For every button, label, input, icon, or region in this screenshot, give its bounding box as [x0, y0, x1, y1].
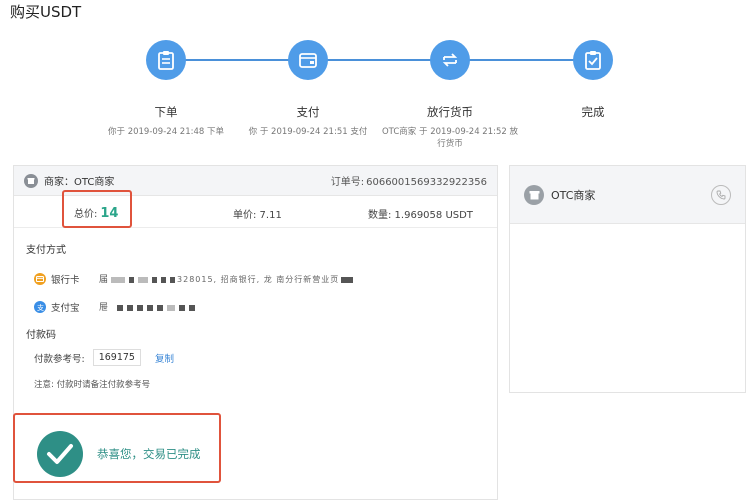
step-label: 下单 [154, 105, 178, 119]
wallet-icon [288, 40, 328, 80]
exchange-icon [430, 40, 470, 80]
clipboard-icon [146, 40, 186, 80]
merchant-avatar-icon [524, 184, 544, 205]
quantity: 数量: 1.969058 USDT [368, 210, 473, 221]
copy-button[interactable]: 复制 [155, 351, 174, 365]
step-complete: 完成 [518, 40, 668, 126]
bank-info-text: 328015, 招商银行, 龙 南分行新营业页 [177, 275, 340, 284]
page-title: 购买USDT [10, 3, 82, 21]
bank-account-detail: 届 328015, 招商银行, 龙 南分行新营业页 [99, 272, 355, 285]
merchant-label: 商家：OTC商家 [44, 177, 115, 188]
payment-method-alipay: 支 支付宝 [34, 300, 80, 314]
merchant-panel-header: OTC商家 [510, 166, 745, 224]
merchant-panel: OTC商家 [509, 165, 746, 393]
order-number: 订单号: 6066001569332922356 [329, 173, 487, 188]
alipay-account-detail: 屉 [99, 300, 197, 313]
payment-method-bank: 银行卡 [34, 272, 80, 286]
account-masked: 届 [99, 275, 110, 285]
svg-text:支: 支 [37, 303, 44, 311]
order-number-value: 6066001569332922356 [366, 177, 487, 188]
merchant-name: OTC商家 [551, 188, 596, 202]
step-release: 放行货币 OTC商家 于 2019-09-24 21:52 放行货币 [375, 40, 525, 150]
step-pay: 支付 你 于 2019-09-24 21:51 支付 [233, 40, 383, 138]
success-message: 恭喜您，交易已完成 [37, 424, 357, 484]
bank-card-icon [34, 273, 46, 285]
check-circle-icon [37, 431, 83, 477]
phone-icon[interactable] [711, 184, 731, 205]
account-masked: 屉 [99, 303, 110, 313]
step-label: 支付 [296, 105, 320, 119]
step-order: 下单 你于 2019-09-24 21:48 下单 [91, 40, 241, 138]
merchant-icon [24, 173, 38, 188]
payment-ref-title: 付款码 [26, 330, 56, 341]
step-label: 完成 [581, 105, 605, 119]
order-panel: 商家：OTC商家 订单号: 6066001569332922356 总价: 14 单… [13, 165, 498, 500]
step-time: 你 于 2019-09-24 21:51 支付 [248, 127, 368, 137]
payment-method-title: 支付方式 [26, 245, 66, 256]
success-text: 恭喜您，交易已完成 [97, 447, 201, 461]
order-number-label: 订单号: [330, 177, 365, 188]
step-label: 放行货币 [427, 105, 473, 119]
unit-price: 单价: 7.11 [233, 210, 282, 221]
step-time: OTC商家 于 2019-09-24 21:52 放行货币 [381, 127, 519, 149]
total-price-label: 总价: [74, 209, 98, 220]
order-summary: 总价: 14 单价: 7.11 数量: 1.969058 USDT [14, 196, 497, 228]
order-header: 商家：OTC商家 订单号: 6066001569332922356 [14, 166, 497, 196]
payment-ref-label: 付款参考号: [34, 353, 85, 365]
payment-method-name: 银行卡 [51, 275, 80, 286]
payment-note: 注意: 付款时请备注付款参考号 [34, 380, 151, 390]
payment-method-name: 支付宝 [51, 303, 80, 314]
step-time: 你于 2019-09-24 21:48 下单 [108, 127, 224, 137]
total-price-value: 14 [100, 206, 119, 221]
payment-ref-row: 付款参考号: 169175 复制 [34, 349, 174, 366]
checklist-icon [573, 40, 613, 80]
alipay-icon: 支 [34, 301, 46, 313]
total-price: 总价: 14 [74, 205, 118, 221]
payment-ref-value: 169175 [92, 349, 141, 366]
